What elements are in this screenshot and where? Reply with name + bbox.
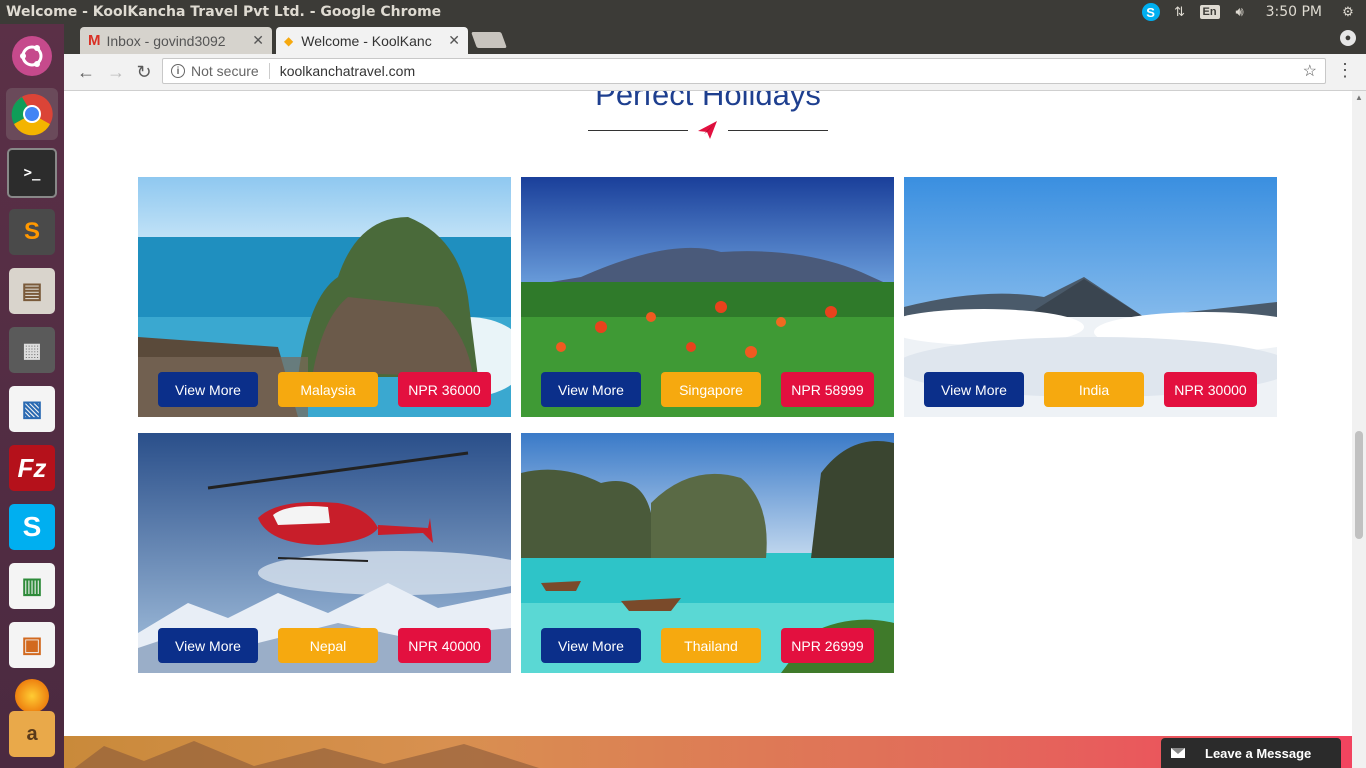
launcher-calculator[interactable]: ▦	[6, 324, 58, 376]
volume-icon[interactable]: 🔊︎	[1230, 3, 1250, 21]
mountain-silhouette	[74, 741, 539, 768]
page-scrollbar[interactable]: ▲	[1352, 91, 1366, 768]
launcher-impress[interactable]: ▣	[6, 619, 58, 671]
country-button[interactable]: Malaysia	[278, 372, 378, 407]
price-button[interactable]: NPR 40000	[398, 628, 491, 663]
document-writer-icon: ▧	[9, 386, 55, 432]
settings-gear-icon[interactable]: ⚙	[1338, 3, 1358, 21]
country-button[interactable]: Singapore	[661, 372, 761, 407]
package-card-malaysia: View More Malaysia NPR 36000	[138, 177, 511, 417]
price-button[interactable]: NPR 36000	[398, 372, 491, 407]
tab-label: Welcome - KoolKanc	[301, 32, 432, 49]
next-section-banner	[64, 736, 1352, 768]
tab-label: Inbox - govind3092	[106, 32, 226, 49]
system-top-panel: Welcome - KoolKancha Travel Pvt Ltd. - G…	[0, 0, 1366, 24]
address-bar[interactable]: i Not secure koolkanchatravel.com ☆	[162, 58, 1326, 84]
site-favicon-icon: ◆	[284, 33, 294, 48]
mail-icon	[1171, 748, 1185, 758]
package-card-india: View More India NPR 30000	[904, 177, 1277, 417]
package-card-thailand: View More Thailand NPR 26999	[521, 433, 894, 673]
system-tray: S ⇅ En 🔊︎ 3:50 PM ⚙	[1141, 3, 1366, 21]
launcher-filezilla[interactable]: Fz	[6, 442, 58, 494]
reload-icon[interactable]: ↻	[132, 60, 156, 84]
launcher-calc-spreadsheet[interactable]: ▥	[6, 560, 58, 612]
presentation-icon: ▣	[9, 622, 55, 668]
view-more-button[interactable]: View More	[924, 372, 1024, 407]
skype-icon: S	[9, 504, 55, 550]
leave-message-label: Leave a Message	[1205, 745, 1312, 761]
browser-toolbar: ← → ↻ i Not secure koolkanchatravel.com …	[64, 54, 1366, 91]
tab-koolkancha[interactable]: ◆ Welcome - KoolKanc ✕	[276, 27, 468, 54]
filezilla-icon: Fz	[9, 445, 55, 491]
launcher-writer[interactable]: ▧	[6, 383, 58, 435]
browser-tabstrip: M Inbox - govind3092 ✕ ◆ Welcome - KoolK…	[64, 24, 1366, 54]
window-title: Welcome - KoolKancha Travel Pvt Ltd. - G…	[6, 4, 442, 20]
package-card-nepal: View More Nepal NPR 40000	[138, 433, 511, 673]
leave-message-widget[interactable]: Leave a Message	[1161, 738, 1341, 768]
package-card-singapore: View More Singapore NPR 58999	[521, 177, 894, 417]
language-badge: En	[1199, 5, 1220, 19]
section-title: Perfect Holidays	[595, 91, 821, 112]
back-arrow-icon[interactable]: ←	[74, 60, 98, 84]
launcher-ubuntu-button[interactable]	[6, 30, 58, 82]
title-divider-right	[728, 130, 828, 131]
country-button[interactable]: India	[1044, 372, 1144, 407]
security-label[interactable]: Not secure	[191, 63, 259, 79]
close-icon[interactable]: ✕	[252, 32, 264, 49]
tab-gmail-inbox[interactable]: M Inbox - govind3092 ✕	[80, 27, 272, 54]
country-button[interactable]: Nepal	[278, 628, 378, 663]
forward-arrow-icon[interactable]: →	[104, 60, 128, 84]
scrollbar-thumb[interactable]	[1355, 431, 1363, 539]
paper-plane-icon	[698, 121, 717, 139]
calculator-icon: ▦	[9, 327, 55, 373]
price-button[interactable]: NPR 26999	[781, 628, 874, 663]
price-button[interactable]: NPR 58999	[781, 372, 874, 407]
new-tab-button[interactable]	[471, 32, 507, 48]
page-viewport: Perfect Holidays View More Malaysia NPR …	[64, 91, 1352, 768]
view-more-button[interactable]: View More	[158, 628, 258, 663]
scroll-up-arrow-icon[interactable]: ▲	[1355, 93, 1363, 102]
launcher-files[interactable]: ▤	[6, 265, 58, 317]
ubuntu-logo-icon	[12, 36, 52, 76]
url-text[interactable]: koolkanchatravel.com	[280, 63, 415, 79]
terminal-icon: >_	[7, 148, 57, 198]
launcher-skype[interactable]: S	[6, 501, 58, 553]
launcher-chrome[interactable]	[6, 88, 58, 140]
divider	[268, 63, 270, 79]
bookmark-star-icon[interactable]: ☆	[1303, 61, 1317, 81]
spreadsheet-icon: ▥	[9, 563, 55, 609]
country-button[interactable]: Thailand	[661, 628, 761, 663]
browser-menu-icon[interactable]: ⋮	[1336, 60, 1354, 81]
network-icon[interactable]: ⇅	[1170, 3, 1190, 21]
view-more-button[interactable]: View More	[541, 628, 641, 663]
launcher-sublime[interactable]: S	[6, 206, 58, 258]
price-button[interactable]: NPR 30000	[1164, 372, 1257, 407]
unity-launcher: >_ S ▤ ▦ ▧ Fz S ▥ ▣ a	[0, 24, 64, 768]
clock[interactable]: 3:50 PM	[1266, 4, 1322, 20]
skype-tray-icon[interactable]: S	[1141, 3, 1160, 21]
file-cabinet-icon: ▤	[9, 268, 55, 314]
title-divider-left	[588, 130, 688, 131]
chrome-icon	[9, 91, 55, 137]
info-icon[interactable]: i	[171, 64, 185, 78]
firefox-icon	[15, 679, 49, 713]
view-more-button[interactable]: View More	[158, 372, 258, 407]
close-icon[interactable]: ✕	[448, 32, 460, 49]
launcher-software-center[interactable]: a	[6, 711, 58, 757]
launcher-terminal[interactable]: >_	[6, 147, 58, 199]
profile-icon[interactable]: ●	[1340, 30, 1356, 46]
view-more-button[interactable]: View More	[541, 372, 641, 407]
sublime-text-icon: S	[9, 209, 55, 255]
gmail-icon: M	[88, 32, 101, 49]
software-center-icon: a	[9, 711, 55, 757]
launcher-firefox[interactable]	[6, 678, 58, 714]
keyboard-layout-indicator[interactable]: En	[1199, 3, 1220, 21]
